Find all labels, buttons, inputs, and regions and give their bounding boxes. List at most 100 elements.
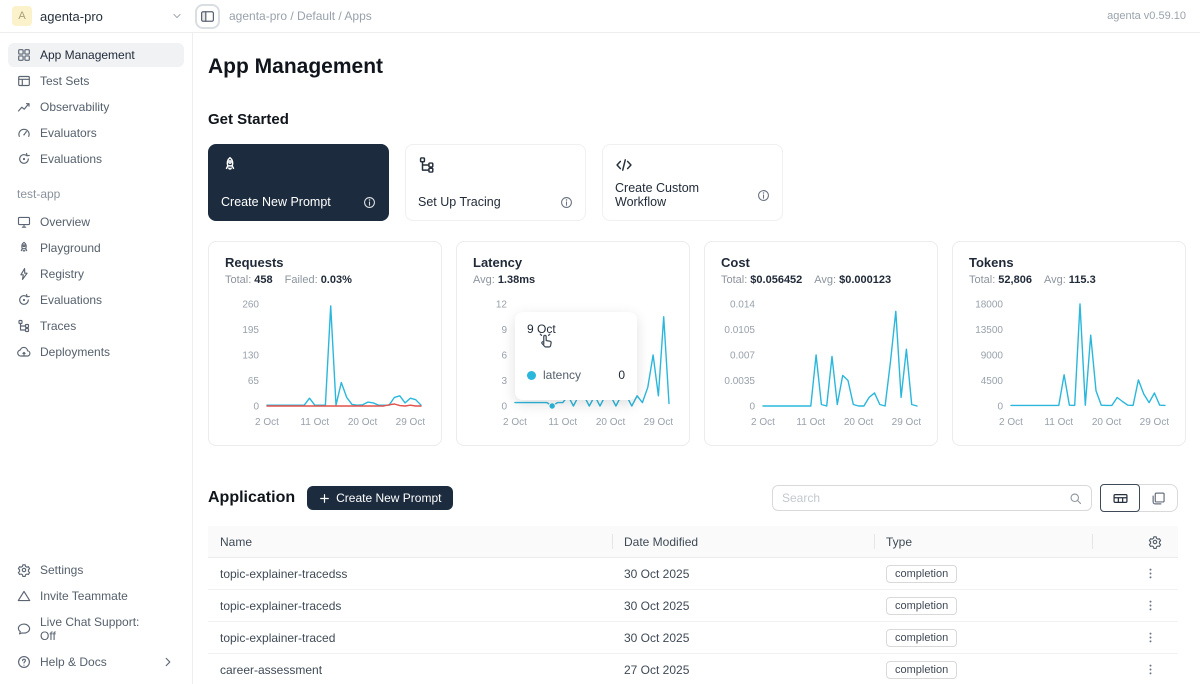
svg-text:3: 3 bbox=[501, 376, 507, 387]
sidebar-item-label: Evaluations bbox=[40, 152, 102, 166]
search-icon[interactable] bbox=[1069, 492, 1082, 505]
create-new-prompt-button[interactable]: Create New Prompt bbox=[307, 486, 453, 510]
svg-text:11 Oct: 11 Oct bbox=[796, 417, 825, 428]
sidebar-item-live-chat-support-off[interactable]: Live Chat Support: Off bbox=[8, 610, 184, 648]
refresh-icon bbox=[17, 293, 31, 307]
row-menu-button[interactable] bbox=[1140, 628, 1160, 648]
table-row-topic-explainer-tracedss[interactable]: topic-explainer-tracedss 30 Oct 2025 com… bbox=[208, 558, 1178, 590]
row-menu-button[interactable] bbox=[1140, 660, 1160, 680]
sidebar-item-playground[interactable]: Playground bbox=[8, 236, 184, 260]
table-view-button[interactable] bbox=[1100, 484, 1140, 512]
sidebar-item-deployments[interactable]: Deployments bbox=[8, 340, 184, 364]
lightning-icon bbox=[17, 267, 31, 281]
workspace-switcher[interactable]: A agenta-pro bbox=[0, 6, 193, 26]
table-header: Name Date Modified Type bbox=[208, 526, 1178, 558]
table-row-career-assessment[interactable]: career-assessment 27 Oct 2025 completion bbox=[208, 654, 1178, 684]
cost-chart-card: Cost Total:$0.056452 Avg:$0.000123 00.00… bbox=[704, 241, 938, 446]
create-new-prompt-card[interactable]: Create New Prompt bbox=[208, 144, 389, 221]
breadcrumb[interactable]: agenta-pro / Default / Apps bbox=[229, 9, 372, 23]
cell-date-modified: 27 Oct 2025 bbox=[612, 663, 874, 677]
svg-text:0.0035: 0.0035 bbox=[724, 376, 755, 387]
chart-stats: Avg:1.38ms bbox=[473, 274, 673, 286]
table-row-topic-explainer-traced[interactable]: topic-explainer-traced 30 Oct 2025 compl… bbox=[208, 622, 1178, 654]
ellipsis-vertical-icon bbox=[1144, 663, 1157, 676]
sidebar-spacer bbox=[8, 366, 184, 558]
card-view-button[interactable] bbox=[1138, 484, 1178, 512]
svg-text:0: 0 bbox=[501, 402, 507, 413]
sidebar-item-test-sets[interactable]: Test Sets bbox=[8, 69, 184, 93]
search-input[interactable] bbox=[782, 491, 1069, 505]
sidebar-toggle-button[interactable] bbox=[195, 4, 220, 29]
sidebar-item-overview[interactable]: Overview bbox=[8, 210, 184, 234]
svg-text:2 Oct: 2 Oct bbox=[999, 417, 1023, 428]
table-body: topic-explainer-tracedss 30 Oct 2025 com… bbox=[208, 558, 1178, 684]
svg-text:0: 0 bbox=[253, 402, 259, 413]
chart-tooltip: 9 Oct latency 0 bbox=[515, 312, 637, 400]
info-icon[interactable] bbox=[560, 196, 573, 209]
cell-date-modified: 30 Oct 2025 bbox=[612, 631, 874, 645]
sidebar-item-label: Settings bbox=[40, 563, 83, 577]
sidebar-main-nav: App Management Test Sets Observability E… bbox=[8, 43, 184, 173]
cell-date-modified: 30 Oct 2025 bbox=[612, 599, 874, 613]
svg-text:18000: 18000 bbox=[975, 300, 1003, 311]
sidebar-item-settings[interactable]: Settings bbox=[8, 558, 184, 582]
svg-text:9: 9 bbox=[501, 325, 507, 336]
workspace-avatar: A bbox=[12, 6, 32, 26]
cell-name: topic-explainer-traced bbox=[208, 631, 612, 645]
info-icon[interactable] bbox=[363, 196, 376, 209]
sidebar-item-label: Test Sets bbox=[40, 74, 89, 88]
workspace-name: agenta-pro bbox=[40, 9, 103, 24]
sidebar-item-evaluators[interactable]: Evaluators bbox=[8, 121, 184, 145]
table-row-topic-explainer-traceds[interactable]: topic-explainer-traceds 30 Oct 2025 comp… bbox=[208, 590, 1178, 622]
sidebar-item-evaluations[interactable]: Evaluations bbox=[8, 147, 184, 171]
sidebar-item-traces[interactable]: Traces bbox=[8, 314, 184, 338]
cloud-icon bbox=[17, 345, 31, 359]
set-up-tracing-card[interactable]: Set Up Tracing bbox=[405, 144, 586, 221]
sidebar-section-label: test-app bbox=[8, 173, 184, 210]
svg-text:29 Oct: 29 Oct bbox=[892, 417, 921, 428]
row-menu-button[interactable] bbox=[1140, 564, 1160, 584]
cell-date-modified: 30 Oct 2025 bbox=[612, 567, 874, 581]
tooltip-value: 0 bbox=[618, 368, 625, 382]
tokens-line-chart[interactable]: 04500900013500180002 Oct11 Oct20 Oct29 O… bbox=[969, 294, 1169, 434]
version-label: agenta v0.59.10 bbox=[1107, 10, 1200, 22]
sidebar-item-label: Overview bbox=[40, 215, 90, 229]
svg-text:0.007: 0.007 bbox=[730, 351, 755, 362]
svg-text:20 Oct: 20 Oct bbox=[1092, 417, 1122, 428]
sidebar-item-app-management[interactable]: App Management bbox=[8, 43, 184, 67]
panel-left-icon bbox=[200, 9, 215, 24]
create-custom-workflow-card[interactable]: Create Custom Workflow bbox=[602, 144, 783, 221]
sidebar-item-invite-teammate[interactable]: Invite Teammate bbox=[8, 584, 184, 608]
cell-name: career-assessment bbox=[208, 663, 612, 677]
ellipsis-vertical-icon bbox=[1144, 567, 1157, 580]
page-title: App Management bbox=[208, 55, 1178, 79]
svg-text:20 Oct: 20 Oct bbox=[596, 417, 626, 428]
sidebar-item-evaluations[interactable]: Evaluations bbox=[8, 288, 184, 312]
sidebar-app-nav: Overview Playground Registry Evaluations bbox=[8, 210, 184, 366]
info-icon[interactable] bbox=[757, 189, 770, 202]
column-header-name[interactable]: Name bbox=[208, 526, 612, 557]
sidebar-item-observability[interactable]: Observability bbox=[8, 95, 184, 119]
sidebar-item-label: Playground bbox=[40, 241, 101, 255]
requests-line-chart[interactable]: 0651301952602 Oct11 Oct20 Oct29 Oct bbox=[225, 294, 425, 434]
requests-chart-card: Requests Total:458 Failed:0.03% 06513019… bbox=[208, 241, 442, 446]
type-badge: completion bbox=[886, 661, 957, 679]
row-menu-button[interactable] bbox=[1140, 596, 1160, 616]
plus-icon bbox=[319, 493, 330, 504]
svg-text:4500: 4500 bbox=[981, 376, 1004, 387]
chevron-down-icon[interactable] bbox=[171, 10, 183, 22]
column-header-date-modified[interactable]: Date Modified bbox=[612, 526, 874, 557]
cost-line-chart[interactable]: 00.00350.0070.01050.0142 Oct11 Oct20 Oct… bbox=[721, 294, 921, 434]
sidebar-item-label: Traces bbox=[40, 319, 76, 333]
type-badge: completion bbox=[886, 565, 957, 583]
gear-icon[interactable] bbox=[1148, 535, 1162, 549]
sidebar-item-help-docs[interactable]: Help & Docs bbox=[8, 650, 184, 674]
metric-cards-row: Requests Total:458 Failed:0.03% 06513019… bbox=[208, 241, 1178, 446]
rocket-icon bbox=[221, 156, 239, 174]
svg-text:0.014: 0.014 bbox=[730, 300, 755, 311]
sidebar-item-registry[interactable]: Registry bbox=[8, 262, 184, 286]
tokens-chart-card: Tokens Total:52,806 Avg:115.3 0450090001… bbox=[952, 241, 1186, 446]
column-header-type[interactable]: Type bbox=[874, 526, 1092, 557]
chart-title: Tokens bbox=[969, 255, 1169, 270]
get-started-cards: Create New Prompt Set Up Tracing Create … bbox=[208, 144, 1178, 221]
